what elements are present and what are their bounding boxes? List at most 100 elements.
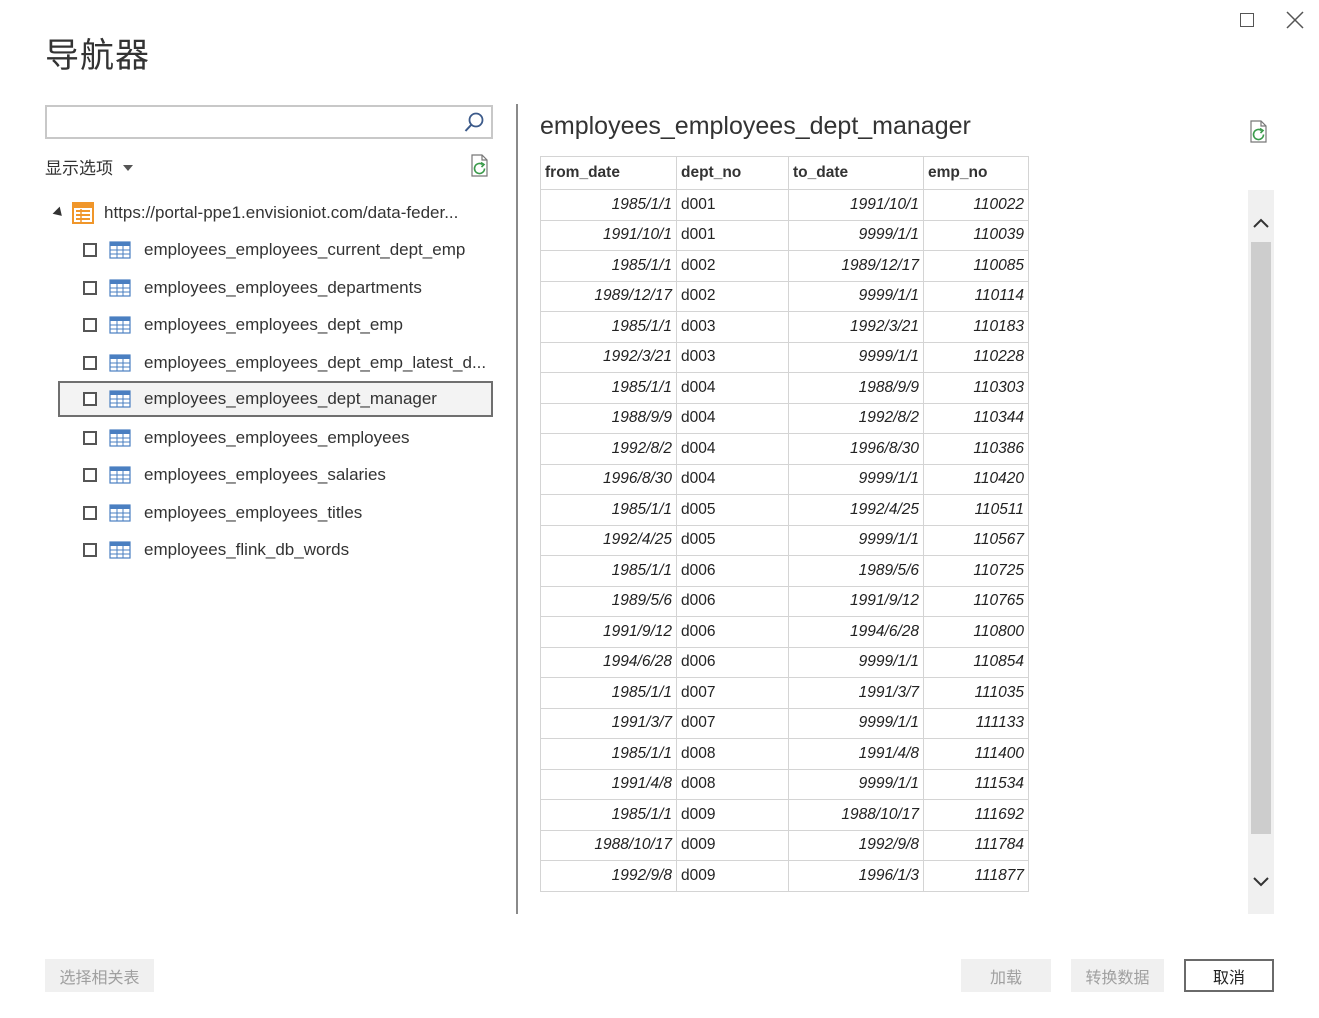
table-cell: 1996/1/3 [788,860,924,892]
load-button[interactable]: 加载 [961,959,1051,992]
checkbox[interactable] [83,506,97,520]
display-options-dropdown[interactable]: 显示选项 [45,154,133,179]
search-icon[interactable] [463,111,485,135]
tree-root-source[interactable]: https://portal-ppe1.envisioniot.com/data… [52,200,458,226]
table-cell: 1991/10/1 [540,219,677,251]
table-cell: d007 [676,707,789,739]
tree-item-label: employees_employees_dept_emp_latest_d... [144,353,487,372]
table-cell: 9999/1/1 [788,219,924,251]
checkbox[interactable] [83,543,97,557]
transform-data-button[interactable]: 转换数据 [1071,959,1164,992]
tree-item-salaries[interactable]: employees_employees_salaries [58,457,493,493]
vertical-scrollbar[interactable] [1248,190,1274,914]
search-box[interactable] [45,105,493,139]
chevron-up-icon[interactable] [1253,216,1269,232]
table-row: 1991/3/7 d007 9999/1/1 111133 [540,707,1029,739]
preview-table: from_date dept_no to_date emp_no 1985/1/… [540,156,1029,892]
table-cell: 1985/1/1 [540,799,677,831]
table-row: 1996/8/30 d004 9999/1/1 110420 [540,463,1029,495]
dialog-title: 导航器 [45,36,150,76]
table-cell: d006 [676,555,789,587]
table-row: 1992/8/2 d004 1996/8/30 110386 [540,433,1029,465]
table-row: 1988/10/17 d009 1992/9/8 111784 [540,829,1029,861]
checkbox[interactable] [83,243,97,257]
table-row: 1985/1/1 d008 1991/4/8 111400 [540,738,1029,770]
table-cell: 111035 [923,677,1029,709]
table-cell: 1985/1/1 [540,372,677,404]
table-cell: 1989/12/17 [540,280,677,312]
table-cell: 1991/4/8 [788,738,924,770]
table-cell: d005 [676,494,789,526]
table-cell: d003 [676,341,789,373]
table-cell: 1985/1/1 [540,738,677,770]
table-row: 1985/1/1 d009 1988/10/17 111692 [540,799,1029,831]
tree-root-label: https://portal-ppe1.envisioniot.com/data… [104,203,459,222]
table-cell: 1991/3/7 [540,707,677,739]
table-icon [109,354,131,372]
scrollbar-thumb[interactable] [1251,242,1271,834]
table-icon [109,466,131,484]
table-cell: 9999/1/1 [788,707,924,739]
table-cell: 1992/8/2 [788,402,924,434]
table-cell: 1989/5/6 [788,555,924,587]
table-cell: 110765 [923,585,1029,617]
table-cell: d001 [676,219,789,251]
checkbox[interactable] [83,281,97,295]
table-cell: 1985/1/1 [540,311,677,343]
close-button[interactable] [1280,6,1310,34]
checkbox[interactable] [83,392,97,406]
tree-item-dept-manager[interactable]: employees_employees_dept_manager [58,381,493,417]
table-cell: 110039 [923,219,1029,251]
table-cell: 110228 [923,341,1029,373]
tree-item-current-dept-emp[interactable]: employees_employees_current_dept_emp [58,232,493,268]
pane-divider[interactable] [516,104,518,914]
table-cell: 110725 [923,555,1029,587]
search-input[interactable] [53,107,457,137]
tree-item-dept-emp-latest[interactable]: employees_employees_dept_emp_latest_d... [58,345,493,381]
tree-item-flink-db-words[interactable]: employees_flink_db_words [58,532,493,568]
checkbox[interactable] [83,431,97,445]
table-cell: 1992/3/21 [788,311,924,343]
table-header-row: from_date dept_no to_date emp_no [540,156,1029,190]
table-cell: 1992/4/25 [540,524,677,556]
maximize-button[interactable] [1232,6,1262,34]
table-cell: 111133 [923,707,1029,739]
table-row: 1989/12/17 d002 9999/1/1 110114 [540,280,1029,312]
checkbox[interactable] [83,318,97,332]
table-cell: 1985/1/1 [540,677,677,709]
table-row: 1992/4/25 d005 9999/1/1 110567 [540,524,1029,556]
table-cell: 110344 [923,402,1029,434]
table-row: 1985/1/1 d006 1989/5/6 110725 [540,555,1029,587]
column-header[interactable]: from_date [540,156,677,190]
table-cell: 111534 [923,768,1029,800]
table-cell: d004 [676,402,789,434]
column-header[interactable]: dept_no [676,156,789,190]
tree-item-label: employees_flink_db_words [144,540,350,559]
checkbox[interactable] [83,356,97,370]
checkbox[interactable] [83,468,97,482]
column-header[interactable]: emp_no [923,156,1029,190]
table-row: 1985/1/1 d001 1991/10/1 110022 [540,189,1029,221]
chevron-down-icon[interactable] [1253,873,1269,889]
column-header[interactable]: to_date [788,156,924,190]
tree-item-titles[interactable]: employees_employees_titles [58,495,493,531]
tree-item-departments[interactable]: employees_employees_departments [58,270,493,306]
table-cell: d003 [676,311,789,343]
table-cell: d009 [676,799,789,831]
table-cell: 9999/1/1 [788,768,924,800]
preview-refresh-icon[interactable] [1248,120,1270,144]
cancel-button[interactable]: 取消 [1184,959,1274,992]
table-cell: d005 [676,524,789,556]
table-icon [109,279,131,297]
select-related-tables-button[interactable]: 选择相关表 [45,959,154,992]
tree-item-employees[interactable]: employees_employees_employees [58,420,493,456]
refresh-icon[interactable] [469,154,491,178]
table-cell: 110303 [923,372,1029,404]
tree-item-dept-emp[interactable]: employees_employees_dept_emp [58,307,493,343]
table-icon [109,316,131,334]
expand-icon[interactable] [52,206,66,220]
table-cell: d004 [676,433,789,465]
tree-item-label: employees_employees_salaries [144,465,386,484]
table-row: 1991/10/1 d001 9999/1/1 110039 [540,219,1029,251]
table-cell: d002 [676,280,789,312]
